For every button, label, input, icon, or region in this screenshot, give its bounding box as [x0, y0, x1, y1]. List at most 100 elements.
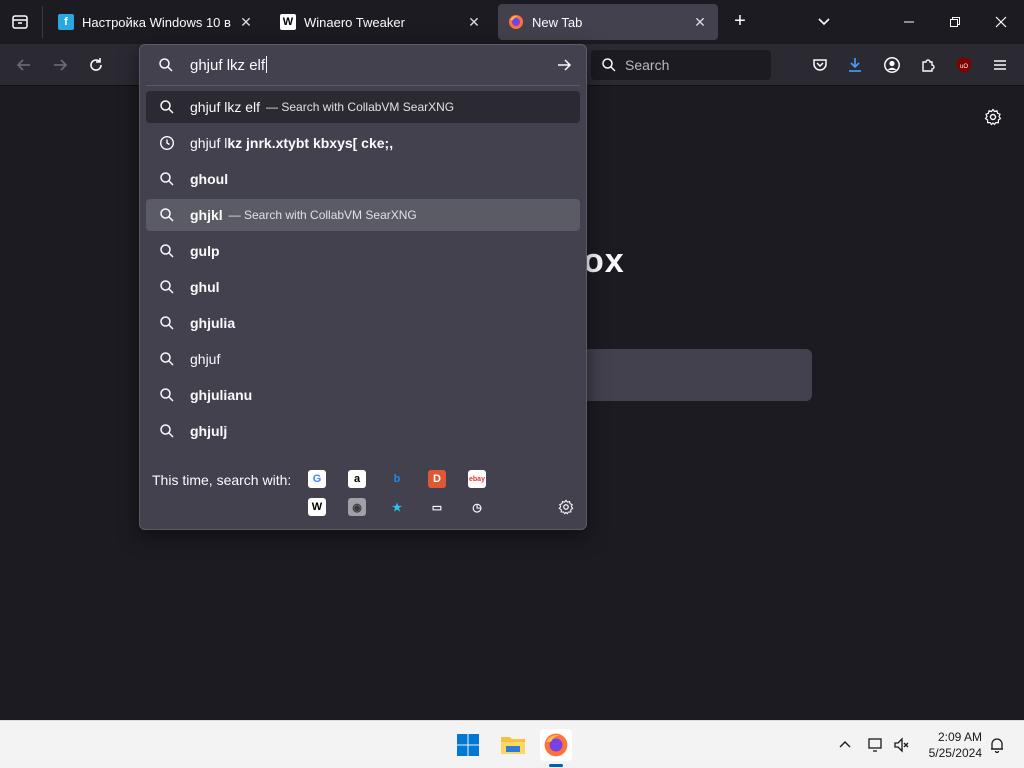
system-clock[interactable]: 2:09 AM 5/25/2024 — [916, 729, 982, 761]
search-bar[interactable]: Search — [591, 50, 771, 80]
tab-strip: f Настройка Windows 10 в Winaero ✕ W Win… — [0, 0, 1024, 44]
google-icon[interactable]: G — [308, 470, 326, 488]
result-typed-text: ghjuf — [190, 351, 221, 367]
oneoff-label: This time, search with: — [152, 472, 292, 488]
arrow-right-icon — [558, 59, 572, 71]
windows-taskbar: 2:09 AM 5/25/2024 — [0, 720, 1024, 768]
tab-close-icon[interactable]: ✕ — [692, 14, 708, 31]
ebay-icon[interactable]: ebay — [468, 470, 486, 488]
bing-icon[interactable]: b — [388, 470, 406, 488]
result-typed-text: ghjuf l — [190, 135, 228, 151]
urlbar-result-row[interactable]: ghjuf — [146, 343, 580, 375]
result-suggestion-text: ghjulianu — [190, 387, 253, 403]
app-menu-button[interactable] — [986, 51, 1014, 79]
account-button[interactable] — [878, 51, 906, 79]
file-explorer-button[interactable] — [497, 729, 529, 761]
tab-title: Winaero Tweaker — [304, 14, 405, 30]
tab-title: New Tab — [532, 14, 583, 30]
go-arrow-button[interactable] — [554, 55, 574, 75]
clock-date: 5/25/2024 — [928, 746, 982, 760]
search-icon — [158, 98, 176, 116]
newtab-settings-button[interactable] — [980, 104, 1006, 130]
firefox-taskbar-button[interactable] — [540, 729, 572, 761]
urlbar-result-row[interactable]: ghjuf l kz jnrk.xtybt kbxys[ cke;, — [146, 127, 580, 159]
urlbar-result-row[interactable]: ghjulia — [146, 307, 580, 339]
puzzle-icon — [922, 59, 935, 72]
network-icon — [868, 738, 882, 752]
tab-winaero-tweaker[interactable]: W Winaero Tweaker ✕ — [270, 4, 492, 40]
bookmarks-star-icon[interactable]: ★ — [388, 498, 406, 516]
tab-winaero-settings[interactable]: f Настройка Windows 10 в Winaero ✕ — [48, 4, 264, 40]
folder-icon — [501, 737, 525, 754]
result-suggestion-text: ghjkl — [190, 207, 223, 223]
urlbar-text[interactable]: ghjuf lkz elf — [190, 56, 268, 74]
forward-arrow-icon — [54, 59, 68, 71]
tab-close-icon[interactable]: ✕ — [466, 14, 482, 31]
firefox-icon — [508, 14, 524, 30]
account-icon — [884, 57, 900, 73]
result-suggestion-text: kz jnrk.xtybt kbxys[ cke;, — [227, 135, 394, 151]
search-icon — [156, 55, 176, 75]
minimize-icon — [904, 21, 914, 23]
notifications-button[interactable] — [987, 735, 1007, 755]
amazon-icon[interactable]: a — [348, 470, 366, 488]
search-icon — [602, 58, 616, 72]
minimize-button[interactable] — [894, 8, 924, 36]
searxng-icon[interactable]: ◉ — [348, 498, 366, 516]
urlbar-result-row[interactable]: ghjkl — Search with CollabVM SearXNG — [146, 199, 580, 231]
newtab-search-box[interactable] — [586, 349, 812, 401]
tab-new-tab[interactable]: New Tab ✕ — [498, 4, 718, 40]
clock-time: 2:09 AM — [937, 730, 982, 744]
urlbar-result-row[interactable]: ghjulj — [146, 415, 580, 447]
active-app-indicator — [549, 764, 563, 767]
firefox-view-button[interactable] — [6, 8, 34, 36]
tab-close-icon[interactable]: ✕ — [238, 14, 254, 31]
close-window-button[interactable] — [986, 8, 1016, 36]
urlbar-result-row[interactable]: gulp — [146, 235, 580, 267]
close-icon — [995, 16, 1007, 28]
downloads-button[interactable] — [841, 51, 869, 79]
search-icon — [158, 278, 176, 296]
search-icon — [158, 242, 176, 260]
urlbar-dropdown: ghjuf lkz elf ghjuf lkz elf — Search with… — [139, 44, 587, 530]
tabs-icon[interactable]: ▭ — [428, 498, 446, 516]
back-button[interactable] — [10, 51, 38, 79]
urlbar-input[interactable]: ghjuf lkz elf — [140, 45, 586, 85]
forward-button[interactable] — [46, 51, 74, 79]
reload-icon — [90, 58, 102, 71]
start-button[interactable] — [452, 729, 484, 761]
search-settings-button[interactable] — [556, 497, 576, 517]
history-clock-icon — [158, 134, 176, 152]
network-status-button[interactable] — [866, 735, 886, 755]
history-icon[interactable]: ◷ — [468, 498, 486, 516]
duckduckgo-icon[interactable]: D — [428, 470, 446, 488]
divider — [146, 85, 580, 86]
tab-separator — [42, 6, 43, 38]
urlbar-result-row[interactable]: ghjuf lkz elf — Search with CollabVM Sear… — [146, 91, 580, 123]
search-icon — [158, 422, 176, 440]
extensions-button[interactable] — [914, 51, 942, 79]
ublock-button[interactable]: uO — [950, 51, 978, 79]
list-all-tabs-button[interactable] — [814, 12, 834, 32]
search-icon — [158, 170, 176, 188]
search-icon — [158, 314, 176, 332]
urlbar-result-row[interactable]: ghjulianu — [146, 379, 580, 411]
firefox-wordmark: ox — [583, 242, 625, 280]
restore-button[interactable] — [940, 8, 970, 36]
search-icon — [158, 206, 176, 224]
result-suggestion-text: ghul — [190, 279, 220, 295]
result-suggestion-text: ghoul — [190, 171, 229, 187]
urlbar-result-row[interactable]: ghoul — [146, 163, 580, 195]
show-hidden-icons-button[interactable] — [835, 735, 855, 755]
volume-button[interactable] — [892, 735, 912, 755]
wikipedia-icon[interactable]: W — [308, 498, 326, 516]
pocket-button[interactable] — [806, 51, 834, 79]
restore-icon — [950, 17, 960, 27]
urlbar-result-row[interactable]: ghul — [146, 271, 580, 303]
svg-text:uO: uO — [960, 64, 968, 70]
reload-button[interactable] — [82, 51, 110, 79]
new-tab-button[interactable]: + — [728, 10, 752, 34]
ublock-origin-icon: uO — [957, 57, 971, 73]
search-icon — [158, 386, 176, 404]
firefox-view-icon — [12, 15, 28, 29]
